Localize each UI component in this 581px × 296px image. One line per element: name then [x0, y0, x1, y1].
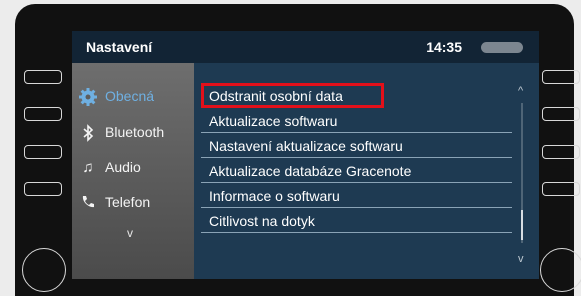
left-hardware-button-1[interactable] [24, 70, 62, 84]
sidebar-item-general[interactable]: Obecná [72, 81, 194, 111]
right-knob[interactable] [540, 248, 581, 292]
list-item-label: Informace o softwaru [209, 188, 340, 204]
sidebar-more-chevron[interactable]: v [127, 226, 133, 240]
phone-icon [79, 194, 97, 212]
list-item-label: Aktualizace databáze Gracenote [209, 163, 412, 179]
music-note-icon: ♫ [82, 159, 94, 176]
sidebar-item-label: Bluetooth [105, 124, 165, 140]
sidebar-item-label: Telefon [105, 194, 151, 210]
scroll-up-arrow[interactable]: ^ [518, 85, 523, 97]
list-item-label: Odstranit osobní data [209, 88, 343, 104]
gear-icon [79, 88, 97, 106]
right-hardware-button-3[interactable] [542, 145, 580, 159]
right-hardware-button-2[interactable] [542, 107, 580, 121]
sidebar-item-audio[interactable]: ♫ Audio [72, 152, 194, 182]
sidebar-item-phone[interactable]: Telefon [72, 187, 194, 217]
list-item-label: Aktualizace softwaru [209, 113, 338, 129]
left-hardware-button-4[interactable] [24, 182, 62, 196]
sidebar-item-label: Obecná [105, 88, 155, 104]
list-item-label: Citlivost na dotyk [209, 213, 315, 229]
list-item[interactable]: Informace o softwaru [201, 183, 512, 208]
scroll-down-arrow[interactable]: v [518, 253, 524, 265]
status-bar: Nastavení 14:35 [72, 31, 539, 63]
status-indicator [481, 42, 523, 53]
clock: 14:35 [426, 39, 462, 55]
sidebar-item-bluetooth[interactable]: Bluetooth [72, 117, 194, 147]
left-knob[interactable] [22, 248, 66, 292]
list-item[interactable]: Aktualizace databáze Gracenote [201, 158, 512, 183]
page-title: Nastavení [86, 39, 153, 55]
right-hardware-button-4[interactable] [542, 182, 580, 196]
list-item-delete-personal-data[interactable]: Odstranit osobní data [201, 83, 384, 108]
scroll-thumb[interactable] [521, 210, 523, 240]
left-hardware-button-2[interactable] [24, 107, 62, 121]
list-item-label: Nastavení aktualizace softwaru [209, 138, 403, 154]
settings-sidebar: Obecná Bluetooth ♫ Audio Telefon v [72, 63, 194, 279]
list-item[interactable]: Aktualizace softwaru [201, 108, 512, 133]
settings-list: Odstranit osobní data Aktualizace softwa… [201, 83, 512, 233]
infotainment-screen: Nastavení 14:35 Obecná Bluetooth ♫ Audio… [72, 31, 539, 279]
list-item[interactable]: Nastavení aktualizace softwaru [201, 133, 512, 158]
list-scrollbar[interactable]: ^ v [518, 85, 526, 265]
sidebar-item-label: Audio [105, 159, 141, 175]
right-hardware-button-1[interactable] [542, 70, 580, 84]
list-item[interactable]: Citlivost na dotyk [201, 208, 512, 233]
bluetooth-icon [79, 124, 97, 142]
left-hardware-button-3[interactable] [24, 145, 62, 159]
